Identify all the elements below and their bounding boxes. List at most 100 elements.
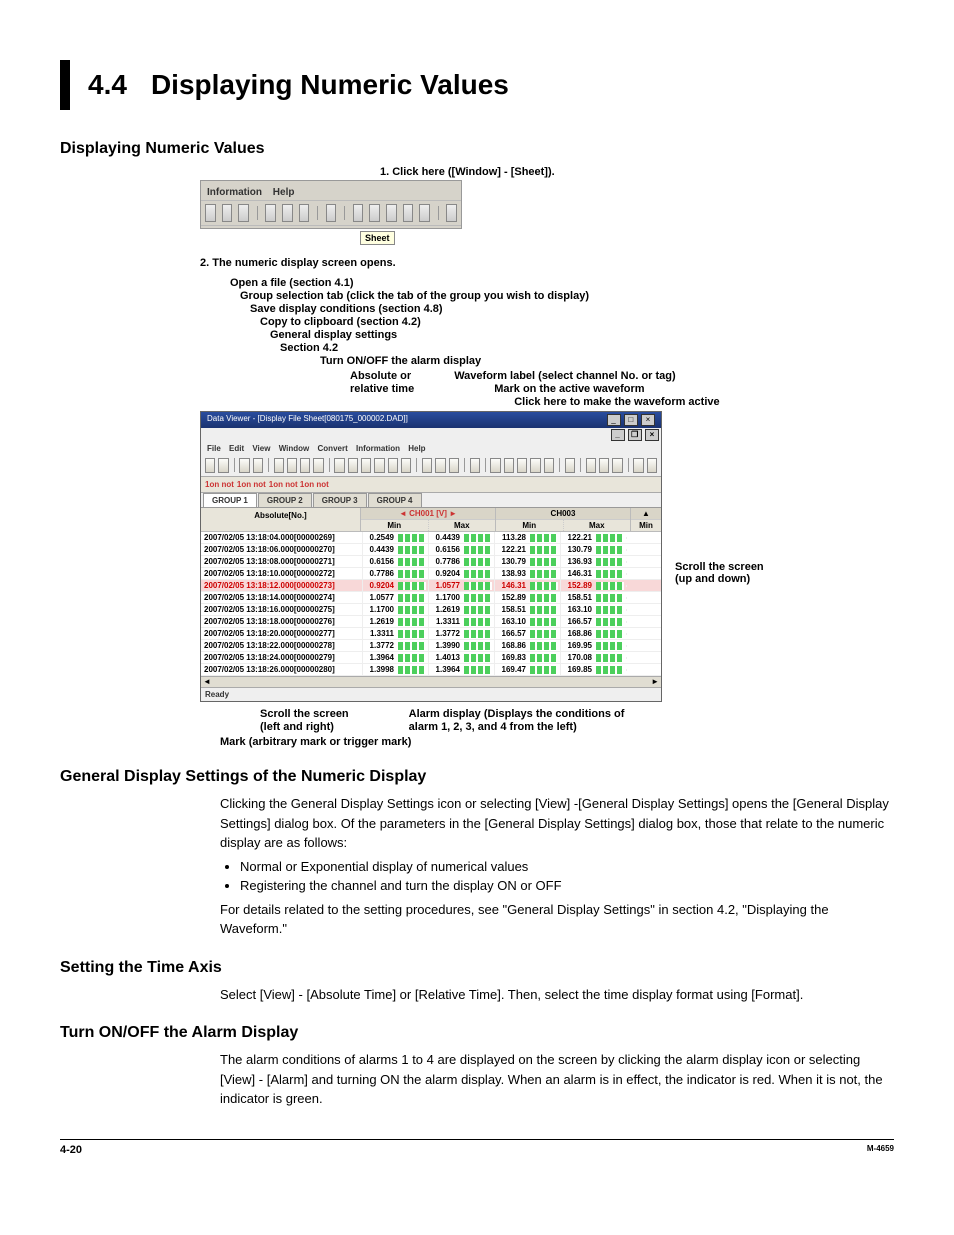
alarm-indicator: 1on not	[237, 480, 266, 489]
toolbar-icon[interactable]	[265, 204, 276, 222]
toolbar-icon[interactable]	[449, 458, 459, 473]
menu-help[interactable]: Help	[273, 187, 295, 198]
table-row[interactable]: 2007/02/05 13:18:24.000[00000279]1.39641…	[201, 652, 661, 664]
bullet: Normal or Exponential display of numeric…	[240, 857, 894, 877]
save-icon[interactable]	[218, 458, 228, 473]
menu-edit[interactable]: Edit	[229, 444, 244, 453]
toolbar-separator	[628, 458, 629, 472]
toolbar-icon[interactable]	[517, 458, 527, 473]
mdi-minimize-button[interactable]: _	[611, 429, 625, 441]
scroll-left-icon[interactable]: ◄	[203, 677, 211, 687]
col-head-time: Absolute[No.]	[201, 508, 360, 531]
table-row[interactable]: 2007/02/05 13:18:20.000[00000277]1.33111…	[201, 628, 661, 640]
table-row[interactable]: 2007/02/05 13:18:04.000[00000269]0.25490…	[201, 532, 661, 544]
menu-window[interactable]: Window	[279, 444, 310, 453]
minimize-button[interactable]: _	[607, 414, 621, 426]
settings-icon[interactable]	[253, 458, 263, 473]
menu-view[interactable]: View	[252, 444, 270, 453]
table-row[interactable]: 2007/02/05 13:18:12.000[00000273]0.92041…	[201, 580, 661, 592]
table-row[interactable]: 2007/02/05 13:18:26.000[00000280]1.39981…	[201, 664, 661, 676]
col-head-ch003[interactable]: CH003	[496, 508, 630, 520]
col-head-ch001[interactable]: ◄ CH001 [V] ►	[361, 508, 495, 520]
table-row[interactable]: 2007/02/05 13:18:06.000[00000270]0.44390…	[201, 544, 661, 556]
toolbar-icon[interactable]	[205, 204, 216, 222]
toolbar-icon[interactable]	[470, 458, 480, 473]
toolbar-icon[interactable]	[422, 458, 432, 473]
callout-section42: Section 4.2	[280, 342, 894, 354]
toolbar-icon[interactable]	[386, 204, 397, 222]
help-icon[interactable]	[647, 458, 657, 473]
toolbar-icon[interactable]	[530, 458, 540, 473]
bullet: Registering the channel and turn the dis…	[240, 876, 894, 896]
table-row[interactable]: 2007/02/05 13:18:16.000[00000275]1.17001…	[201, 604, 661, 616]
table-row[interactable]: 2007/02/05 13:18:18.000[00000276]1.26191…	[201, 616, 661, 628]
toolbar-icon[interactable]	[222, 204, 233, 222]
col-head-extra[interactable]: ▲	[631, 508, 661, 520]
table-row[interactable]: 2007/02/05 13:18:10.000[00000272]0.77860…	[201, 568, 661, 580]
toolbar-icon[interactable]	[586, 458, 596, 473]
tab-group2[interactable]: GROUP 2	[258, 493, 312, 507]
menu-convert[interactable]: Convert	[318, 444, 348, 453]
toolbar-icon[interactable]	[326, 204, 337, 222]
menu-information[interactable]: Information	[356, 444, 400, 453]
toolbar-icon[interactable]	[419, 204, 430, 222]
toolbar-icon[interactable]	[403, 204, 414, 222]
callout-scroll-lr2: (left and right)	[260, 721, 349, 733]
cell-value: 1.1700	[362, 604, 428, 615]
toolbar-icon[interactable]	[348, 458, 358, 473]
toolbar-icon[interactable]	[300, 458, 310, 473]
cell-value: 1.2619	[362, 616, 428, 627]
cell-value: 169.85	[560, 664, 626, 675]
table-row[interactable]: 2007/02/05 13:18:14.000[00000274]1.05771…	[201, 592, 661, 604]
toolbar-icon[interactable]	[544, 458, 554, 473]
toolbar-icon[interactable]	[599, 458, 609, 473]
toolbar-icon[interactable]	[388, 458, 398, 473]
menu-information[interactable]: Information	[207, 187, 262, 198]
toolbar-icon[interactable]	[334, 458, 344, 473]
horizontal-scrollbar[interactable]: ◄ ►	[201, 676, 661, 687]
menu-help[interactable]: Help	[408, 444, 425, 453]
toolbar-icon[interactable]	[504, 458, 514, 473]
toolbar-icon[interactable]	[612, 458, 622, 473]
chapter-title: Displaying Numeric Values	[151, 69, 509, 101]
mdi-restore-button[interactable]: ❐	[628, 429, 642, 441]
alarm-indicator-icon	[464, 642, 492, 650]
alarm-indicator-icon	[530, 618, 558, 626]
toolbar-icon[interactable]	[274, 458, 284, 473]
maximize-button[interactable]: □	[624, 414, 638, 426]
main-toolbar	[201, 455, 661, 477]
alarm-indicator-icon	[530, 546, 558, 554]
toolbar-icon[interactable]	[361, 458, 371, 473]
close-button[interactable]: ×	[641, 414, 655, 426]
col-sub-max: Max	[563, 520, 631, 531]
copy-icon[interactable]	[239, 458, 249, 473]
toolbar-icon[interactable]	[565, 458, 575, 473]
toolbar-icon[interactable]	[446, 204, 457, 222]
mdi-close-button[interactable]: ×	[645, 429, 659, 441]
open-icon[interactable]	[205, 458, 215, 473]
scroll-right-icon[interactable]: ►	[651, 677, 659, 687]
toolbar-icon[interactable]	[490, 458, 500, 473]
menu-file[interactable]: File	[207, 444, 221, 453]
table-row[interactable]: 2007/02/05 13:18:22.000[00000278]1.37721…	[201, 640, 661, 652]
tab-group3[interactable]: GROUP 3	[313, 493, 367, 507]
toolbar-icon[interactable]	[374, 458, 384, 473]
toolbar-icon[interactable]	[435, 458, 445, 473]
toolbar-icon[interactable]	[401, 458, 411, 473]
window-controls: _ □ ×	[606, 414, 655, 426]
cell-extra	[626, 561, 661, 563]
toolbar-icon[interactable]	[353, 204, 364, 222]
toolbar-icon[interactable]	[287, 458, 297, 473]
table-row[interactable]: 2007/02/05 13:18:08.000[00000271]0.61560…	[201, 556, 661, 568]
toolbar-icon[interactable]	[299, 204, 310, 222]
toolbar-icon[interactable]	[238, 204, 249, 222]
tab-group1[interactable]: GROUP 1	[203, 493, 257, 507]
alarm-indicator-icon	[464, 666, 492, 674]
cell-value: 122.21	[560, 532, 626, 543]
tab-group4[interactable]: GROUP 4	[368, 493, 422, 507]
print-icon[interactable]	[633, 458, 643, 473]
toolbar-icon[interactable]	[313, 458, 323, 473]
cell-time: 2007/02/05 13:18:20.000[00000277]	[201, 628, 362, 639]
sheet-icon[interactable]	[369, 204, 380, 222]
toolbar-icon[interactable]	[282, 204, 293, 222]
